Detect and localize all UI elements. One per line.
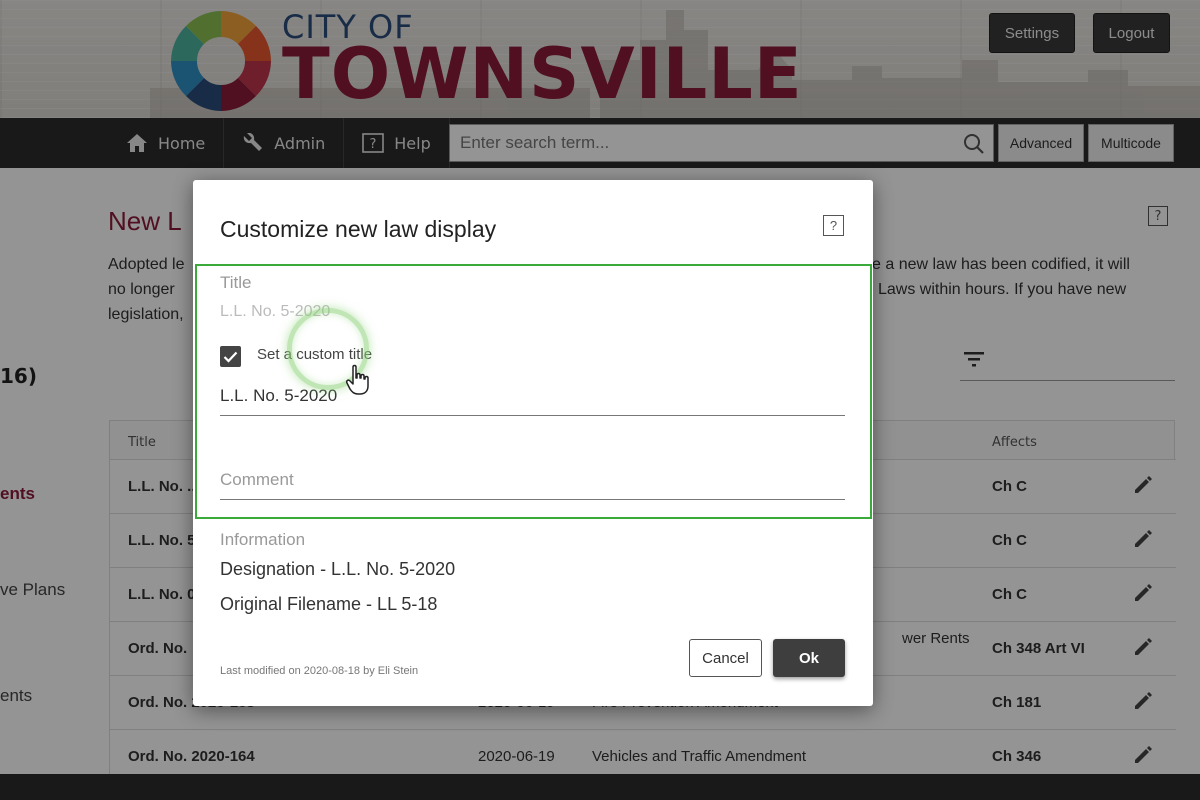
last-modified-text: Last modified on 2020-08-18 by Eli Stein xyxy=(220,665,419,677)
cancel-button[interactable]: Cancel xyxy=(689,639,762,677)
ok-button[interactable]: Ok xyxy=(773,639,845,677)
information-section-label: Information xyxy=(220,530,306,549)
dialog-help-icon[interactable]: ? xyxy=(823,215,844,236)
title-section-label: Title xyxy=(220,273,252,292)
dialog-title: Customize new law display xyxy=(220,216,497,242)
custom-title-checkbox[interactable] xyxy=(220,346,241,367)
original-filename-text: Original Filename - LL 5-18 xyxy=(220,594,438,614)
customize-law-dialog: Customize new law display ? Title L.L. N… xyxy=(193,180,873,706)
comment-input[interactable]: Comment xyxy=(220,470,845,500)
custom-title-input[interactable]: L.L. No. 5-2020 xyxy=(220,386,845,416)
designation-text: Designation - L.L. No. 5-2020 xyxy=(220,559,456,579)
checkmark-icon xyxy=(223,351,238,363)
hand-pointer-cursor-icon xyxy=(346,364,369,395)
comment-input-placeholder: Comment xyxy=(220,470,294,489)
